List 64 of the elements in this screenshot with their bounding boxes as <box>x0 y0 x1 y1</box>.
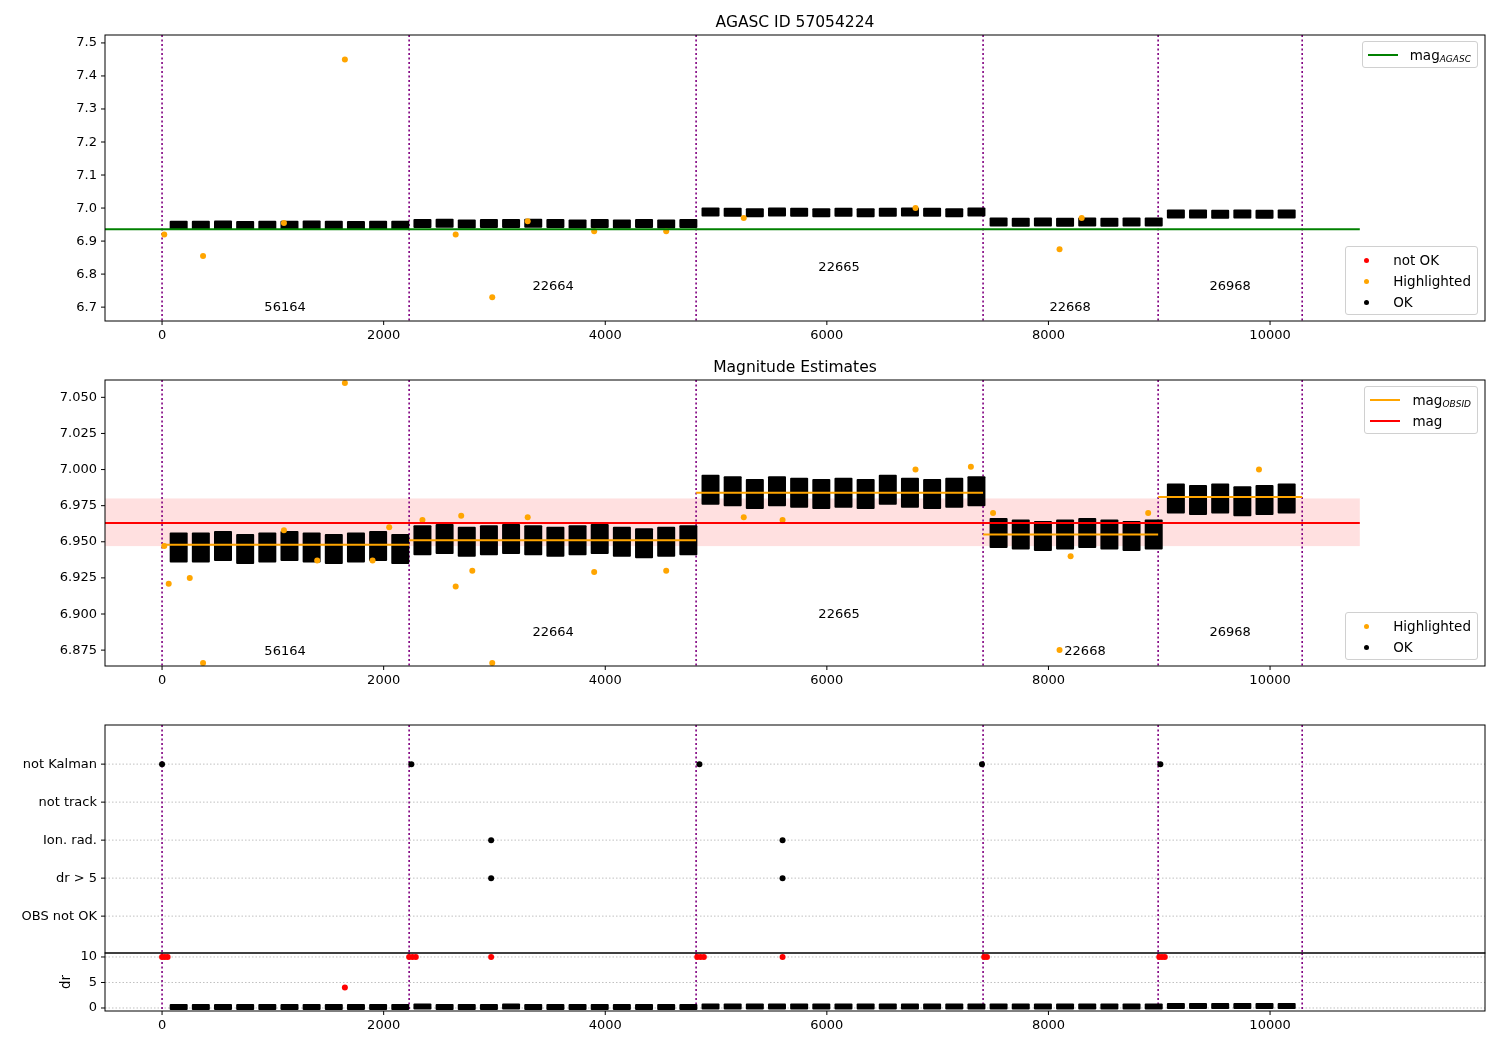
segment-label: 56164 <box>264 643 306 659</box>
segment-label: 26968 <box>1209 278 1251 294</box>
chart-title: AGASC ID 57054224 <box>715 13 875 31</box>
tick-label: 0 <box>157 327 167 342</box>
segment-label: 22665 <box>818 605 860 621</box>
tick-label: 4000 <box>588 672 622 687</box>
tick-label: 0 <box>88 999 97 1015</box>
tick-label: not Kalman <box>22 755 97 771</box>
legend-label: OK <box>1393 294 1413 310</box>
tick-label: 4000 <box>588 327 622 342</box>
tick-label: 6.925 <box>59 569 97 585</box>
tick-label: 6.975 <box>59 497 97 513</box>
tick-label: 7.4 <box>76 67 97 83</box>
tick-label: 6.7 <box>76 298 97 314</box>
tick-label: 7.3 <box>76 100 97 116</box>
tick-label: 8000 <box>1031 1017 1065 1032</box>
chart-title: Magnitude Estimates <box>713 358 877 376</box>
tick-label: dr > 5 <box>55 869 97 885</box>
tick-label: 7.1 <box>76 166 97 182</box>
tick-label: 7.025 <box>59 424 97 440</box>
segment-label: 26968 <box>1209 624 1251 640</box>
legend-label: mag$_{OBSID}$ <box>1412 391 1471 409</box>
tick-label: 6.8 <box>76 265 97 281</box>
segment-label: 22668 <box>1064 643 1106 659</box>
tick-label: 6000 <box>810 327 844 342</box>
segment-label: 56164 <box>264 298 306 314</box>
tick-label: 0 <box>157 1017 167 1032</box>
tick-label: 7.000 <box>59 461 97 477</box>
tick-label: 6.875 <box>59 641 97 657</box>
tick-label: 4000 <box>588 1017 622 1032</box>
axis-label: dr <box>57 974 73 990</box>
tick-label: 2000 <box>367 1017 401 1032</box>
tick-label: 8000 <box>1031 672 1065 687</box>
tick-label: 0 <box>157 672 167 687</box>
tick-label: 10 <box>80 948 97 964</box>
tick-label: 10000 <box>1249 327 1291 342</box>
tick-label: 6000 <box>810 672 844 687</box>
segment-label: 22665 <box>818 258 860 274</box>
tick-label: 6.900 <box>59 605 97 621</box>
tick-label: Ion. rad. <box>43 831 97 847</box>
legend-label: not OK <box>1393 252 1440 268</box>
tick-label: 6.9 <box>76 232 97 248</box>
tick-label: 6.950 <box>59 533 97 549</box>
legend-label: Highlighted <box>1393 273 1471 289</box>
tick-label: 2000 <box>367 672 401 687</box>
tick-label: 2000 <box>367 327 401 342</box>
segment-label: 22668 <box>1049 298 1091 314</box>
tick-label: 6000 <box>810 1017 844 1032</box>
tick-label: 5 <box>88 974 97 989</box>
tick-label: 7.050 <box>59 388 97 404</box>
segment-label: 22664 <box>532 278 574 294</box>
tick-label: 10000 <box>1249 672 1291 687</box>
tick-label: 7.0 <box>76 199 97 215</box>
legend-label: OK <box>1393 639 1413 655</box>
tick-label: 10000 <box>1249 1017 1291 1032</box>
tick-label: not track <box>38 793 97 809</box>
tick-label: OBS not OK <box>21 907 97 923</box>
tick-label: 7.5 <box>76 34 97 50</box>
legend-label: mag <box>1412 413 1443 429</box>
segment-label: 22664 <box>532 624 574 640</box>
tick-label: 7.2 <box>76 133 97 149</box>
tick-label: 8000 <box>1031 327 1065 342</box>
legend-label: Highlighted <box>1393 618 1471 634</box>
legend-label: mag$_{AGASC}$ <box>1409 46 1471 64</box>
